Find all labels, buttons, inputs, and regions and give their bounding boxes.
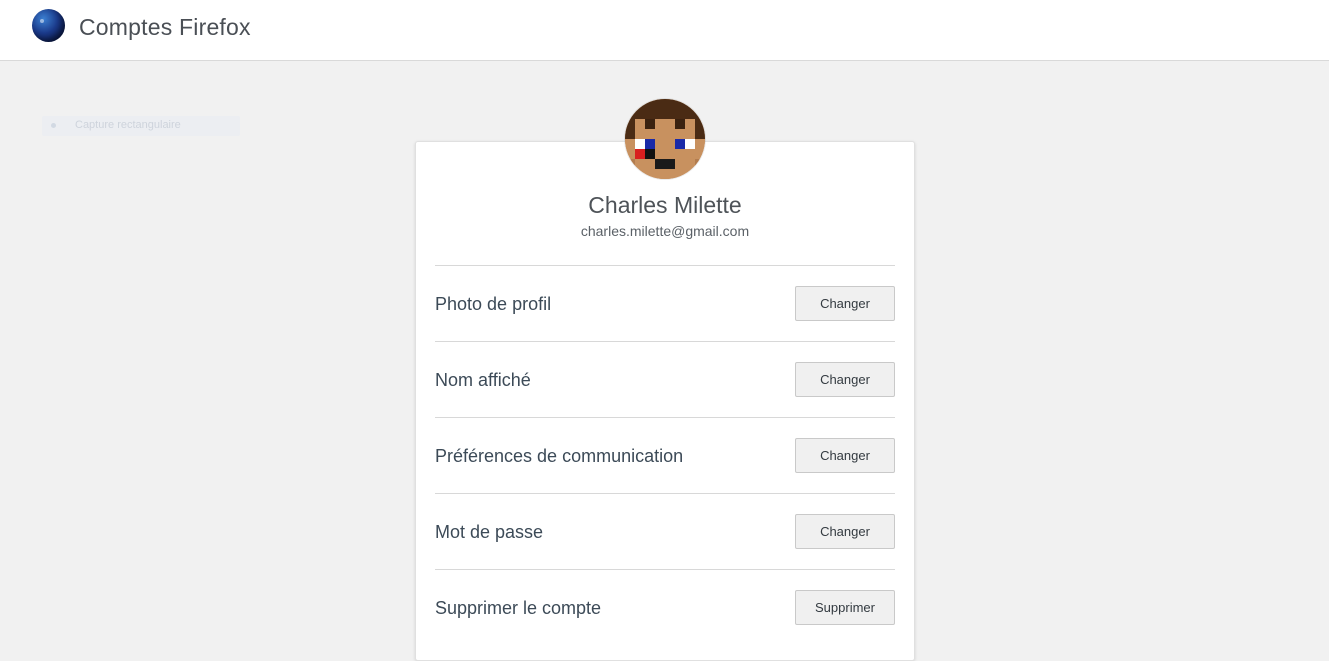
settings-row-label: Supprimer le compte (435, 598, 602, 618)
top-header: Comptes Firefox (0, 0, 1329, 61)
settings-row-delete-account: Supprimer le compte Supprimer (435, 569, 895, 645)
header-title: Comptes Firefox (79, 14, 251, 40)
account-settings-list: Photo de profil Changer Nom affiché Chan… (435, 265, 895, 645)
delete-account-button[interactable]: Supprimer (795, 590, 895, 625)
profile-name: Charles Milette (588, 192, 742, 218)
avatar-image (625, 99, 705, 179)
settings-row-label: Mot de passe (435, 522, 544, 542)
ghost-text: Capture rectangulaire (75, 119, 181, 131)
settings-row-label: Nom affiché (435, 370, 531, 390)
background-tooltip-ghost: Capture rectangulaire (42, 116, 240, 136)
settings-row-display-name: Nom affiché Changer (435, 341, 895, 417)
settings-row-communication-preferences: Préférences de communication Changer (435, 417, 895, 493)
change-communication-preferences-button[interactable]: Changer (795, 438, 895, 473)
change-profile-photo-button[interactable]: Changer (795, 286, 895, 321)
change-password-button[interactable]: Changer (795, 514, 895, 549)
change-display-name-button[interactable]: Changer (795, 362, 895, 397)
profile-email: charles.milette@gmail.com (580, 223, 750, 239)
settings-row-profile-photo: Photo de profil Changer (435, 265, 895, 341)
settings-row-password: Mot de passe Changer (435, 493, 895, 569)
ghost-bullet-icon (51, 123, 56, 128)
settings-row-label: Photo de profil (435, 294, 552, 314)
firefox-accounts-logo-icon[interactable] (32, 9, 65, 42)
avatar[interactable] (625, 99, 705, 179)
settings-row-label: Préférences de communication (435, 446, 684, 466)
